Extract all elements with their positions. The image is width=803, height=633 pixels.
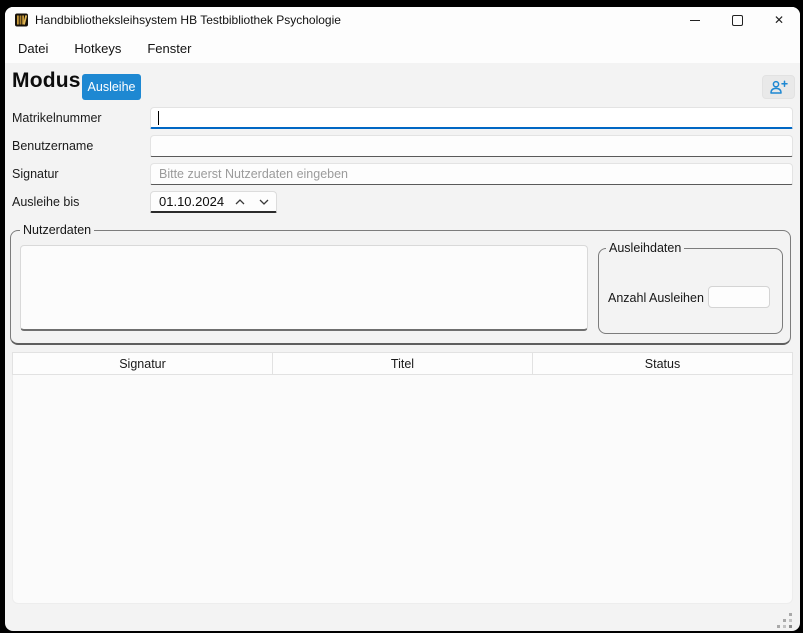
window-controls: ✕ bbox=[674, 7, 800, 33]
benutzername-input[interactable] bbox=[150, 135, 793, 157]
nutzerdaten-groupbox: Nutzerdaten Ausleihdaten Anzahl Ausleihe… bbox=[10, 230, 791, 345]
nutzerdaten-textarea[interactable] bbox=[20, 245, 588, 331]
table-header-row: Signatur Titel Status bbox=[12, 352, 793, 375]
close-button[interactable]: ✕ bbox=[758, 7, 800, 33]
ausleihe-bis-date-spinner[interactable]: 01.10.2024 bbox=[150, 191, 277, 213]
chevron-down-icon bbox=[259, 199, 269, 205]
menu-item-datei[interactable]: Datei bbox=[18, 41, 48, 56]
resize-grip-icon bbox=[777, 613, 780, 616]
column-header-status[interactable]: Status bbox=[532, 353, 792, 374]
ausleihe-bis-label: Ausleihe bis bbox=[12, 195, 79, 209]
minimize-icon bbox=[690, 20, 700, 21]
matrikelnummer-label: Matrikelnummer bbox=[12, 111, 102, 125]
app-window: Handbibliotheksleihsystem HB Testbibliot… bbox=[5, 7, 800, 631]
resize-grip[interactable] bbox=[777, 613, 795, 631]
matrikelnummer-input[interactable] bbox=[150, 107, 793, 129]
mode-ausleihe-button[interactable]: Ausleihe bbox=[82, 74, 141, 100]
date-increment-button[interactable] bbox=[228, 193, 252, 211]
chevron-up-icon bbox=[235, 199, 245, 205]
maximize-icon bbox=[732, 15, 743, 26]
benutzername-label: Benutzername bbox=[12, 139, 93, 153]
page-title: Modus bbox=[12, 69, 81, 93]
table-body bbox=[12, 375, 793, 604]
anzahl-ausleihen-label: Anzahl Ausleihen bbox=[608, 291, 704, 305]
maximize-button[interactable] bbox=[716, 7, 758, 33]
menu-item-fenster[interactable]: Fenster bbox=[147, 41, 191, 56]
person-add-icon bbox=[769, 80, 788, 95]
date-value: 01.10.2024 bbox=[151, 194, 228, 209]
title-bar: Handbibliotheksleihsystem HB Testbibliot… bbox=[5, 7, 800, 33]
ausleihdaten-groupbox: Ausleihdaten Anzahl Ausleihen bbox=[598, 248, 783, 334]
signatur-label: Signatur bbox=[12, 167, 59, 181]
nutzerdaten-group-title: Nutzerdaten bbox=[20, 223, 94, 237]
window-title: Handbibliotheksleihsystem HB Testbibliot… bbox=[35, 7, 341, 34]
date-decrement-button[interactable] bbox=[252, 193, 276, 211]
signatur-input[interactable] bbox=[150, 163, 793, 185]
anzahl-ausleihen-input[interactable] bbox=[708, 286, 770, 308]
minimize-button[interactable] bbox=[674, 7, 716, 33]
column-header-signatur[interactable]: Signatur bbox=[13, 353, 272, 374]
text-caret bbox=[158, 111, 159, 125]
close-icon: ✕ bbox=[774, 7, 784, 33]
menu-bar: Datei Hotkeys Fenster bbox=[5, 33, 800, 63]
menu-item-hotkeys[interactable]: Hotkeys bbox=[74, 41, 121, 56]
app-books-icon bbox=[14, 12, 30, 28]
ausleihdaten-group-title: Ausleihdaten bbox=[606, 241, 684, 255]
column-header-titel[interactable]: Titel bbox=[272, 353, 532, 374]
add-user-button[interactable] bbox=[762, 75, 795, 99]
